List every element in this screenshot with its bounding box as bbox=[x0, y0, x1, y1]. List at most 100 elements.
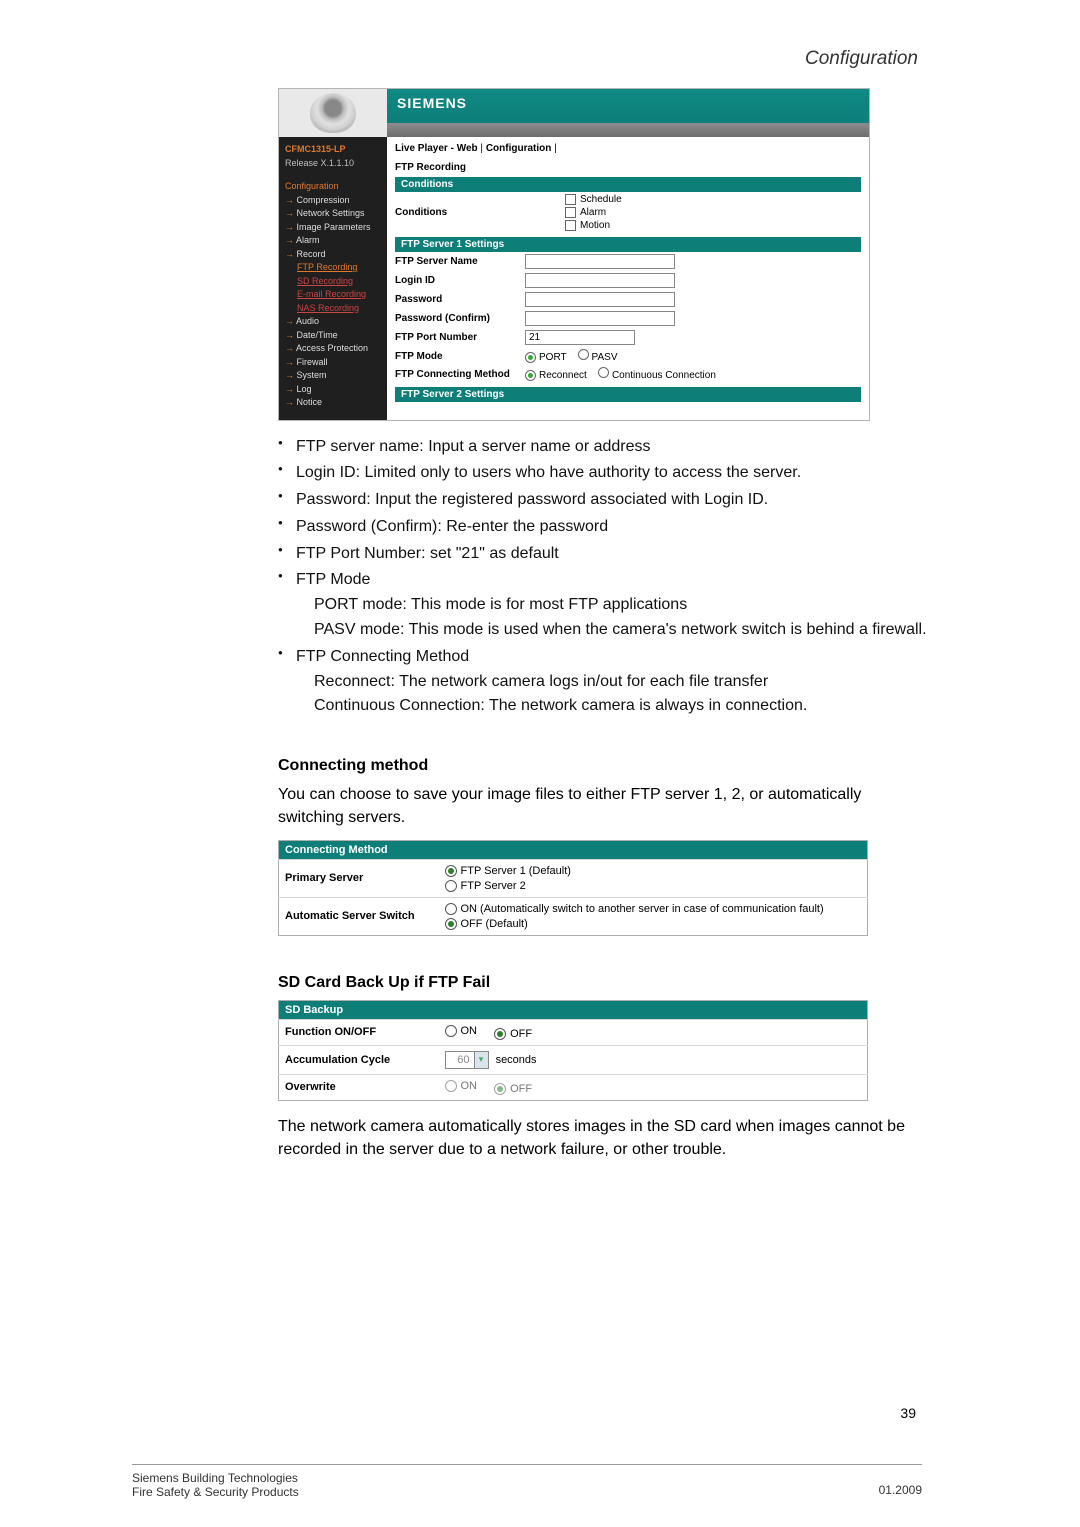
select-value: 60 bbox=[446, 1054, 474, 1066]
ftp2-header: FTP Server 2 Settings bbox=[395, 387, 861, 402]
radio-port[interactable] bbox=[525, 352, 536, 363]
table-connecting-method: Connecting Method Primary Server FTP Ser… bbox=[278, 840, 868, 936]
breadcrumb-a[interactable]: Live Player - Web bbox=[395, 143, 478, 154]
page-number: 39 bbox=[900, 1405, 916, 1421]
para-connecting-method: You can choose to save your image files … bbox=[278, 783, 928, 829]
lbl-login-id: Login ID bbox=[395, 275, 525, 286]
footer-date: 01.2009 bbox=[879, 1483, 922, 1497]
label-overwrite-off: OFF bbox=[510, 1083, 532, 1095]
radio-reconnect[interactable] bbox=[525, 370, 536, 381]
nav-compression[interactable]: Compression bbox=[285, 194, 381, 208]
bullet-password-confirm: Password (Confirm): Re-enter the passwor… bbox=[278, 515, 928, 540]
footer-line1: Siemens Building Technologies bbox=[132, 1471, 299, 1485]
ftp1-header: FTP Server 1 Settings bbox=[395, 237, 861, 252]
radio-ftp1[interactable] bbox=[445, 865, 457, 877]
label-auto-off: OFF (Default) bbox=[461, 918, 528, 930]
label-overwrite-on: ON bbox=[461, 1080, 478, 1092]
conditions-label: Conditions bbox=[395, 207, 525, 218]
radio-func-on[interactable] bbox=[445, 1025, 457, 1037]
table-sd-backup: SD Backup Function ON/OFF ON OFF Accumul… bbox=[278, 1000, 868, 1101]
lbl-password: Password bbox=[395, 294, 525, 305]
radio-overwrite-on[interactable] bbox=[445, 1080, 457, 1092]
para-sd-backup: The network camera automatically stores … bbox=[278, 1115, 928, 1161]
radio-auto-on[interactable] bbox=[445, 903, 457, 915]
input-password-confirm[interactable] bbox=[525, 311, 675, 326]
nav-notice[interactable]: Notice bbox=[285, 396, 381, 410]
model-code: CFMC1315-LP bbox=[285, 143, 381, 157]
nav-sd-recording[interactable]: SD Recording bbox=[285, 275, 381, 289]
brand-bar: SIEMENS bbox=[387, 89, 869, 123]
camera-thumb bbox=[279, 89, 387, 137]
lbl-primary-server: Primary Server bbox=[279, 859, 439, 897]
input-port[interactable]: 21 bbox=[525, 330, 635, 345]
nav-record[interactable]: Record bbox=[285, 248, 381, 262]
lbl-password-confirm: Password (Confirm) bbox=[395, 313, 525, 324]
label-seconds: seconds bbox=[496, 1054, 537, 1066]
th-connecting-method: Connecting Method bbox=[279, 840, 868, 859]
radio-ftp2[interactable] bbox=[445, 880, 457, 892]
label-continuous: Continuous Connection bbox=[612, 370, 716, 381]
label-pasv: PASV bbox=[592, 352, 618, 363]
bullet-conn-title: FTP Connecting Method bbox=[296, 648, 469, 665]
input-password[interactable] bbox=[525, 292, 675, 307]
lbl-accum-cycle: Accumulation Cycle bbox=[279, 1045, 439, 1074]
nav-system[interactable]: System bbox=[285, 369, 381, 383]
checkbox-schedule[interactable] bbox=[565, 194, 576, 205]
bullet-ftp-mode: FTP Mode PORT mode: This mode is for mos… bbox=[278, 568, 928, 642]
breadcrumb-b[interactable]: Configuration bbox=[486, 143, 552, 154]
label-alarm: Alarm bbox=[580, 207, 606, 218]
conditions-header: Conditions bbox=[395, 177, 861, 192]
nav-email-recording[interactable]: E-mail Recording bbox=[285, 288, 381, 302]
lbl-port: FTP Port Number bbox=[395, 332, 525, 343]
nav-access-protection[interactable]: Access Protection bbox=[285, 342, 381, 356]
input-login-id[interactable] bbox=[525, 273, 675, 288]
label-ftp2: FTP Server 2 bbox=[461, 880, 526, 892]
label-motion: Motion bbox=[580, 220, 610, 231]
radio-func-off[interactable] bbox=[494, 1028, 506, 1040]
page-section-title: Configuration bbox=[148, 48, 928, 70]
input-server-name[interactable] bbox=[525, 254, 675, 269]
bullet-ftp-mode-port: PORT mode: This mode is for most FTP app… bbox=[296, 593, 928, 618]
nav-nas-recording[interactable]: NAS Recording bbox=[285, 302, 381, 316]
nav-datetime[interactable]: Date/Time bbox=[285, 329, 381, 343]
bullet-port: FTP Port Number: set "21" as default bbox=[278, 542, 928, 567]
nav-audio[interactable]: Audio bbox=[285, 315, 381, 329]
bullet-login-id: Login ID: Limited only to users who have… bbox=[278, 461, 928, 486]
side-nav: CFMC1315-LP Release X.1.1.10 Configurati… bbox=[279, 137, 387, 420]
nav-network-settings[interactable]: Network Settings bbox=[285, 207, 381, 221]
lbl-function-onoff: Function ON/OFF bbox=[279, 1019, 439, 1045]
config-screenshot: SIEMENS CFMC1315-LP Release X.1.1.10 Con… bbox=[278, 88, 870, 421]
bullet-conn-method: FTP Connecting Method Reconnect: The net… bbox=[278, 645, 928, 719]
heading-sd-backup: SD Card Back Up if FTP Fail bbox=[278, 974, 928, 992]
bullet-ftp-mode-pasv: PASV mode: This mode is used when the ca… bbox=[296, 618, 928, 643]
radio-pasv[interactable] bbox=[578, 349, 589, 360]
nav-alarm[interactable]: Alarm bbox=[285, 234, 381, 248]
radio-continuous[interactable] bbox=[598, 367, 609, 378]
label-ftp1: FTP Server 1 (Default) bbox=[461, 865, 571, 877]
lbl-ftp-mode: FTP Mode bbox=[395, 351, 525, 362]
brand-subbar bbox=[387, 123, 869, 137]
th-sd-backup: SD Backup bbox=[279, 1000, 868, 1019]
nav-log[interactable]: Log bbox=[285, 383, 381, 397]
lbl-auto-switch: Automatic Server Switch bbox=[279, 897, 439, 935]
footer-line2: Fire Safety & Security Products bbox=[132, 1485, 299, 1499]
radio-overwrite-off[interactable] bbox=[494, 1083, 506, 1095]
release-label: Release X.1.1.10 bbox=[285, 157, 381, 171]
lbl-overwrite: Overwrite bbox=[279, 1074, 439, 1100]
radio-auto-off[interactable] bbox=[445, 918, 457, 930]
bullet-conn-continuous: Continuous Connection: The network camer… bbox=[296, 694, 928, 719]
description-list: FTP server name: Input a server name or … bbox=[278, 435, 928, 720]
label-schedule: Schedule bbox=[580, 194, 622, 205]
nav-ftp-recording[interactable]: FTP Recording bbox=[285, 261, 381, 275]
breadcrumb: Live Player - Web | Configuration | bbox=[395, 143, 861, 154]
nav-configuration[interactable]: Configuration bbox=[285, 180, 381, 194]
bullet-conn-reconnect: Reconnect: The network camera logs in/ou… bbox=[296, 670, 928, 695]
label-auto-on: ON (Automatically switch to another serv… bbox=[461, 903, 824, 915]
chevron-down-icon[interactable]: ▾ bbox=[474, 1052, 488, 1068]
nav-image-parameters[interactable]: Image Parameters bbox=[285, 221, 381, 235]
checkbox-alarm[interactable] bbox=[565, 207, 576, 218]
checkbox-motion[interactable] bbox=[565, 220, 576, 231]
lbl-conn-method: FTP Connecting Method bbox=[395, 369, 525, 380]
nav-firewall[interactable]: Firewall bbox=[285, 356, 381, 370]
select-accum-cycle[interactable]: 60 ▾ bbox=[445, 1051, 489, 1069]
